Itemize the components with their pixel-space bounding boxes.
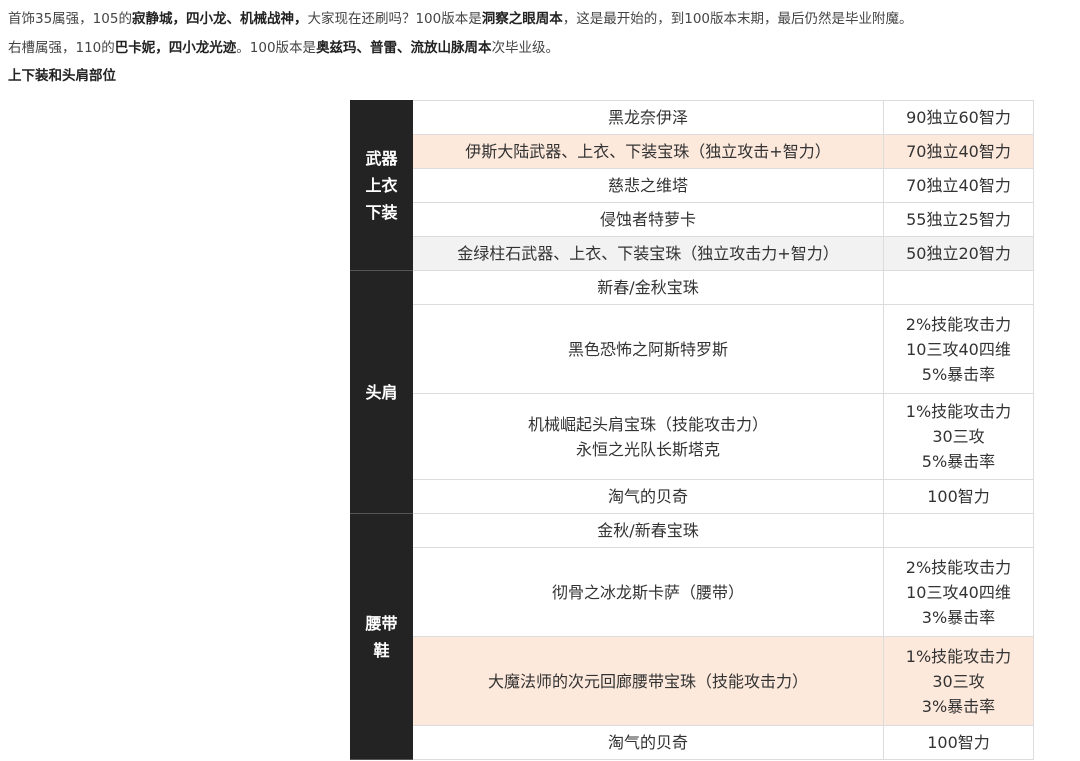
stat-value-cell: 1%技能攻击力 30三攻 5%暴击率 xyxy=(883,393,1034,480)
category-cell: 腰带鞋 xyxy=(350,513,413,760)
item-name: 淘气的贝奇 xyxy=(607,487,688,506)
text-run: 大家现在还刷吗？100版本是 xyxy=(307,11,482,27)
bold-text: 奥兹玛、普雷、流放山脉周本 xyxy=(316,40,492,56)
stat-value-cell: 100智力 xyxy=(883,725,1034,760)
text-run: ，这是最开始的，到100版本末期，最后仍然是毕业附魔。 xyxy=(562,11,913,27)
stat-value-cell: 1%技能攻击力 30三攻 3%暴击率 xyxy=(883,636,1034,726)
table-row: 侵蚀者特萝卡 55独立25智力 xyxy=(351,202,1034,237)
stat-value-cell: 70独立40智力 xyxy=(883,134,1034,169)
item-name: 慈悲之维塔 xyxy=(607,176,688,195)
table-row: 大魔法师的次元回廊腰带宝珠（技能攻击力） 1%技能攻击力 30三攻 3%暴击率 xyxy=(351,636,1034,726)
item-name-cell: 淘气的贝奇 xyxy=(412,725,884,760)
stat-value-cell xyxy=(883,270,1034,305)
stat-value: 100智力 xyxy=(927,487,990,506)
stat-value: 3%暴击率 xyxy=(921,696,996,716)
text-run: 。100版本是 xyxy=(236,40,317,56)
table-row: 淘气的贝奇 100智力 xyxy=(351,479,1034,514)
item-name: 黑龙奈伊泽 xyxy=(607,108,688,127)
item-name-cell: 慈悲之维塔 xyxy=(412,168,884,203)
item-name: 机械崛起头肩宝珠（技能攻击力） xyxy=(527,414,768,434)
category-label: 鞋 xyxy=(373,640,390,660)
stat-value: 70独立40智力 xyxy=(906,176,1011,195)
item-name: 新春/金秋宝珠 xyxy=(597,278,699,297)
stat-value: 10三攻40四维 xyxy=(906,339,1011,359)
stat-value: 5%暴击率 xyxy=(921,364,996,384)
category-label: 武器 xyxy=(365,149,398,168)
stat-value-cell: 100智力 xyxy=(883,479,1034,514)
stat-value: 100智力 xyxy=(927,733,990,752)
stat-value: 50独立20智力 xyxy=(906,244,1011,263)
table-row: 彻骨之冰龙斯卡萨（腰带） 2%技能攻击力 10三攻40四维 3%暴击率 xyxy=(351,547,1034,637)
item-name-cell: 黑龙奈伊泽 xyxy=(412,100,884,135)
stat-value: 90独立60智力 xyxy=(906,108,1011,127)
item-name: 淘气的贝奇 xyxy=(607,733,688,752)
item-name: 金秋/新春宝珠 xyxy=(597,521,699,540)
table-row: 黑色恐怖之阿斯特罗斯 2%技能攻击力 10三攻40四维 5%暴击率 xyxy=(351,304,1034,394)
category-cell: 头肩 xyxy=(350,270,413,514)
bold-text: 洞察之眼周本 xyxy=(481,11,563,27)
section-heading: 上下装和头肩部位 xyxy=(8,68,116,84)
table-row: 淘气的贝奇 100智力 xyxy=(351,725,1034,760)
item-name-cell: 淘气的贝奇 xyxy=(412,479,884,514)
item-name-cell: 机械崛起头肩宝珠（技能攻击力） 永恒之光队长斯塔克 xyxy=(412,393,884,480)
stat-value-cell: 50独立20智力 xyxy=(883,236,1034,271)
text-run: 首饰35属强，105的 xyxy=(8,11,132,27)
intro-paragraph-2: 右槽属强，110的巴卡妮，四小龙光迹。100版本是奥兹玛、普雷、流放山脉周本次毕… xyxy=(8,38,559,58)
item-name-cell: 黑色恐怖之阿斯特罗斯 xyxy=(412,304,884,394)
item-name: 大魔法师的次元回廊腰带宝珠（技能攻击力） xyxy=(487,671,808,691)
text-run: 右槽属强，110的 xyxy=(8,40,115,56)
item-name-cell: 新春/金秋宝珠 xyxy=(412,270,884,305)
stat-value-cell xyxy=(883,513,1034,548)
stat-value-cell: 90独立60智力 xyxy=(883,100,1034,135)
enchant-table: 武器上衣下装 黑龙奈伊泽 90独立60智力伊斯大陆武器、上衣、下装宝珠（独立攻击+智… xyxy=(350,100,1034,760)
table-row: 机械崛起头肩宝珠（技能攻击力） 永恒之光队长斯塔克 1%技能攻击力 30三攻 5%暴击率 xyxy=(351,393,1034,480)
category-label: 头肩 xyxy=(365,382,398,402)
item-name: 黑色恐怖之阿斯特罗斯 xyxy=(567,339,728,359)
item-name-cell: 侵蚀者特萝卡 xyxy=(412,202,884,237)
item-name: 金绿柱石武器、上衣、下装宝珠（独立攻击力+智力） xyxy=(457,244,839,263)
table-row: 伊斯大陆武器、上衣、下装宝珠（独立攻击+智力） 70独立40智力 xyxy=(351,134,1034,169)
stat-value: 10三攻40四维 xyxy=(906,582,1011,602)
item-name-cell: 大魔法师的次元回廊腰带宝珠（技能攻击力） xyxy=(412,636,884,726)
stat-value-cell: 2%技能攻击力 10三攻40四维 3%暴击率 xyxy=(883,547,1034,637)
table-row: 头肩 新春/金秋宝珠 xyxy=(350,270,1034,514)
category-label: 下装 xyxy=(365,203,398,222)
intro-paragraph-1: 首饰35属强，105的寂静城，四小龙、机械战神，大家现在还刷吗？100版本是洞察… xyxy=(8,9,913,29)
table-row: 腰带鞋 金秋/新春宝珠 xyxy=(350,513,1034,760)
stat-value: 1%技能攻击力 xyxy=(905,402,1012,421)
table-row: 金绿柱石武器、上衣、下装宝珠（独立攻击力+智力） 50独立20智力 xyxy=(351,236,1034,271)
table-row: 武器上衣下装 黑龙奈伊泽 90独立60智力 xyxy=(350,100,1034,271)
item-name: 伊斯大陆武器、上衣、下装宝珠（独立攻击+智力） xyxy=(465,142,831,161)
item-name: 侵蚀者特萝卡 xyxy=(599,210,696,229)
item-name-cell: 金秋/新春宝珠 xyxy=(412,513,884,548)
stat-value: 2%技能攻击力 xyxy=(905,314,1012,334)
item-name-cell: 伊斯大陆武器、上衣、下装宝珠（独立攻击+智力） xyxy=(412,134,884,169)
item-name-cell: 彻骨之冰龙斯卡萨（腰带） xyxy=(412,547,884,637)
stat-value: 55独立25智力 xyxy=(906,210,1011,229)
stat-value: 5%暴击率 xyxy=(921,452,996,471)
stat-value: 3%暴击率 xyxy=(921,607,996,627)
stat-value: 1%技能攻击力 xyxy=(905,646,1012,666)
stat-value-cell: 55独立25智力 xyxy=(883,202,1034,237)
bold-text: 寂静城，四小龙、机械战神， xyxy=(131,11,308,27)
text-run: 次毕业级。 xyxy=(491,40,560,56)
stat-value: 70独立40智力 xyxy=(906,142,1011,161)
item-name: 彻骨之冰龙斯卡萨（腰带） xyxy=(551,582,744,602)
table-row: 慈悲之维塔 70独立40智力 xyxy=(351,168,1034,203)
stat-value: 30三攻 xyxy=(932,671,985,691)
category-label: 腰带 xyxy=(365,613,398,633)
category-cell: 武器 上衣 下装 xyxy=(350,100,413,271)
bold-text: 巴卡妮，四小龙光迹 xyxy=(114,40,237,56)
stat-value: 2%技能攻击力 xyxy=(905,557,1012,577)
item-name: 永恒之光队长斯塔克 xyxy=(575,439,720,459)
category-label: 上衣 xyxy=(365,176,398,195)
stat-value-cell: 2%技能攻击力 10三攻40四维 5%暴击率 xyxy=(883,304,1034,394)
stat-value: 30三攻 xyxy=(932,427,985,446)
stat-value-cell: 70独立40智力 xyxy=(883,168,1034,203)
item-name-cell: 金绿柱石武器、上衣、下装宝珠（独立攻击力+智力） xyxy=(412,236,884,271)
